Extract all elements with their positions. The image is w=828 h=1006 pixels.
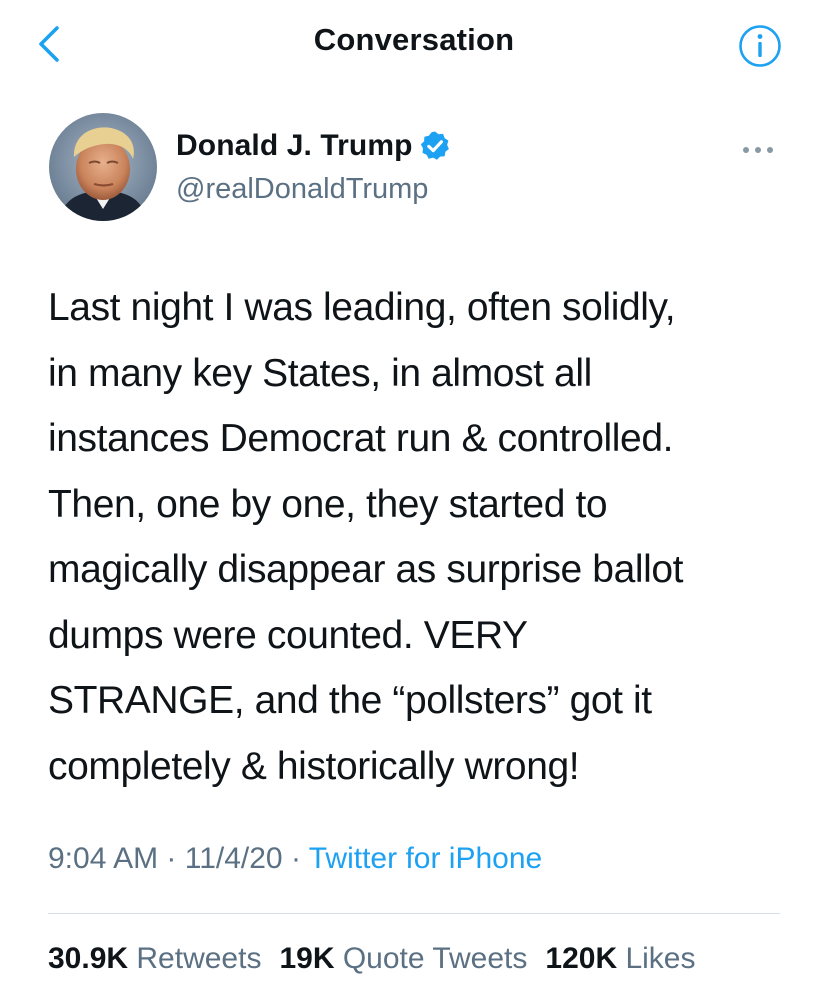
- quote-tweets-stat[interactable]: 19K Quote Tweets: [279, 942, 527, 976]
- tweet-text: Last night I was leading, often solidly,…: [48, 275, 808, 799]
- verified-badge-icon: [420, 131, 449, 160]
- navigation-bar: Conversation: [0, 0, 828, 90]
- retweets-count: 30.9K: [48, 942, 137, 975]
- divider: [48, 913, 780, 914]
- tweet-source-link[interactable]: Twitter for iPhone: [309, 842, 542, 875]
- more-options-button[interactable]: [736, 140, 780, 160]
- tweet-detail-screen: Conversation Donald J. Trump @realDonald…: [0, 0, 828, 1006]
- tweet-text-line: instances Democrat run & controlled.: [48, 417, 674, 460]
- tweet-text-line: STRANGE, and the “pollsters” got it: [48, 679, 652, 722]
- tweet-text-line: Last night I was leading, often solidly,: [48, 286, 676, 329]
- quote-tweets-label: Quote Tweets: [342, 942, 528, 975]
- meta-separator: ·: [290, 842, 309, 875]
- display-name[interactable]: Donald J. Trump: [176, 129, 413, 163]
- avatar[interactable]: [49, 113, 157, 221]
- more-horizontal-icon: [743, 147, 773, 153]
- tweet-meta: 9:04 AM · 11/4/20 · Twitter for iPhone: [48, 842, 542, 876]
- tweet-text-line: completely & historically wrong!: [48, 744, 580, 788]
- tweet-stats: 30.9K Retweets 19K Quote Tweets 120K Lik…: [48, 942, 714, 976]
- meta-separator: ·: [166, 842, 185, 875]
- likes-count: 120K: [545, 942, 626, 975]
- tweet-text-line: in many key States, in almost all: [48, 351, 592, 395]
- likes-label: Likes: [625, 942, 696, 975]
- tweet-text-line: dumps were counted. VERY: [48, 613, 528, 657]
- likes-stat[interactable]: 120K Likes: [545, 942, 695, 976]
- tweet-time[interactable]: 9:04 AM: [48, 842, 158, 875]
- author-name-row: Donald J. Trump: [176, 129, 451, 163]
- info-button[interactable]: [738, 24, 782, 68]
- user-handle[interactable]: @realDonaldTrump: [176, 173, 428, 206]
- quote-tweets-count: 19K: [279, 942, 343, 975]
- retweets-label: Retweets: [136, 942, 262, 975]
- tweet-text-line: Then, one by one, they started to: [48, 482, 608, 526]
- info-circle-icon: [739, 25, 781, 67]
- tweet-text-line: magically disappear as surprise ballot: [48, 548, 684, 591]
- profile-photo: [49, 113, 157, 221]
- tweet-date[interactable]: 11/4/20: [185, 842, 283, 875]
- retweets-stat[interactable]: 30.9K Retweets: [48, 942, 261, 976]
- page-title: Conversation: [313, 22, 515, 57]
